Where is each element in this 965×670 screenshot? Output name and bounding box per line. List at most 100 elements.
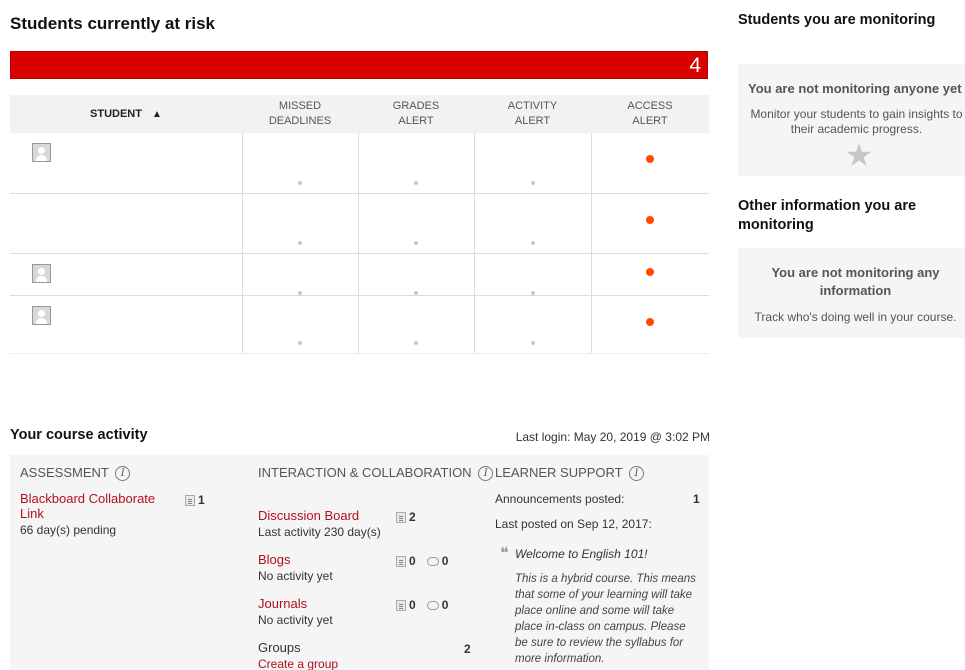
- avatar: [32, 305, 51, 325]
- assessment-item: Blackboard Collaborate Link 66 day(s) pe…: [20, 491, 170, 537]
- info-icon[interactable]: i: [115, 466, 131, 481]
- monitoring-empty-text: Monitor your students to gain insights t…: [750, 107, 963, 136]
- missed-cell: [242, 253, 359, 296]
- learner-support-header: LEARNER SUPPORT i: [495, 465, 645, 481]
- empty-indicator: [298, 290, 302, 295]
- document-icon: [396, 511, 406, 523]
- journals-item: Journals No activity yet: [258, 596, 333, 627]
- last-posted-date: Last posted on Sep 12, 2017:: [495, 517, 652, 531]
- quote-icon: ❝: [500, 543, 509, 562]
- announcements-posted-count: 1: [693, 492, 700, 506]
- student-cell: [10, 193, 243, 254]
- access-cell: [591, 133, 709, 194]
- empty-indicator: [414, 240, 418, 245]
- groups-count: 2: [464, 642, 471, 656]
- comment-icon: [426, 600, 439, 610]
- empty-indicator: [414, 290, 418, 295]
- column-access-alert[interactable]: ACCESS ALERT: [591, 95, 709, 133]
- announcement-quote: ❝ Welcome to English 101! This is a hybr…: [495, 543, 700, 667]
- access-alert-indicator: [646, 155, 655, 163]
- create-group-link[interactable]: Create a group: [258, 657, 338, 670]
- document-icon: [185, 494, 195, 506]
- info-empty-box: You are not monitoring any information T…: [738, 248, 965, 338]
- announcement-body: This is a hybrid course. This means that…: [515, 573, 696, 665]
- blogs-item: Blogs No activity yet: [258, 552, 333, 583]
- sort-ascending-icon: ▲: [152, 108, 162, 120]
- risk-table: STUDENT ▲ MISSED DEADLINES GRADES ALERT AC…: [10, 95, 709, 354]
- monitoring-empty-box: You are not monitoring anyone yet Monito…: [738, 64, 965, 176]
- course-activity-panel: ASSESSMENT i Blackboard Collaborate Link…: [10, 455, 709, 670]
- access-alert-indicator: [646, 215, 655, 224]
- access-cell: [591, 253, 709, 296]
- info-icon[interactable]: i: [629, 466, 645, 481]
- grades-cell: [358, 253, 475, 296]
- discussion-board-link[interactable]: Discussion Board: [258, 508, 381, 523]
- announcement-title: Welcome to English 101!: [515, 547, 648, 561]
- assessment-count: 1: [185, 493, 205, 507]
- blackboard-collaborate-link[interactable]: Blackboard Collaborate Link: [20, 491, 170, 521]
- journals-count: 0 0: [396, 598, 448, 612]
- info-monitoring-title: Other information you are monitoring: [738, 198, 917, 233]
- discussion-count: 2: [396, 510, 416, 524]
- student-cell: [10, 133, 243, 194]
- column-activity-alert[interactable]: ACTIVITY ALERT: [474, 95, 591, 133]
- access-alert-indicator: [646, 267, 655, 276]
- assessment-header: ASSESSMENT i: [20, 465, 131, 481]
- learner-support-column: LEARNER SUPPORT i Announcements posted: …: [486, 455, 709, 670]
- access-cell: [591, 193, 709, 254]
- journals-link[interactable]: Journals: [258, 596, 333, 611]
- info-empty-title: You are not monitoring any information: [771, 265, 940, 298]
- discussion-board-item: Discussion Board Last activity 230 day(s…: [258, 508, 381, 539]
- interaction-header: INTERACTION & COLLABORATION i: [258, 465, 494, 481]
- column-grades-alert[interactable]: GRADES ALERT: [358, 95, 474, 133]
- avatar: [32, 263, 51, 283]
- missed-cell: [242, 133, 359, 194]
- column-missed-deadlines[interactable]: MISSED DEADLINES: [242, 95, 358, 133]
- risk-count: 4: [689, 54, 701, 77]
- document-icon: [396, 555, 406, 567]
- missed-cell: [242, 295, 359, 354]
- activity-cell: [474, 193, 592, 254]
- empty-indicator: [298, 180, 302, 185]
- star-icon[interactable]: [846, 143, 872, 166]
- risk-title: Students currently at risk: [10, 14, 216, 33]
- table-row[interactable]: [10, 295, 709, 354]
- table-row[interactable]: [10, 253, 709, 296]
- empty-indicator: [414, 340, 418, 345]
- last-login: Last login: May 20, 2019 @ 3:02 PM: [515, 430, 710, 444]
- blogs-link[interactable]: Blogs: [258, 552, 333, 567]
- grades-cell: [358, 193, 475, 254]
- risk-count-bar[interactable]: 4: [10, 51, 708, 79]
- missed-cell: [242, 193, 359, 254]
- announcements-posted-label: Announcements posted:: [495, 492, 625, 506]
- monitoring-empty-title: You are not monitoring anyone yet: [748, 81, 962, 96]
- blogs-count: 0 0: [396, 554, 448, 568]
- info-empty-text: Track who's doing well in your course.: [754, 310, 957, 324]
- empty-indicator: [298, 240, 302, 245]
- activity-cell: [474, 133, 592, 194]
- grades-cell: [358, 295, 475, 354]
- empty-indicator: [298, 340, 302, 345]
- risk-table-header: STUDENT ▲ MISSED DEADLINES GRADES ALERT AC…: [10, 95, 709, 133]
- table-row[interactable]: [10, 193, 709, 254]
- table-row[interactable]: [10, 133, 709, 194]
- document-icon: [396, 599, 406, 611]
- pending-text: 66 day(s) pending: [20, 523, 117, 537]
- comment-icon: [426, 556, 439, 566]
- assessment-column: ASSESSMENT i Blackboard Collaborate Link…: [10, 455, 248, 670]
- student-cell: [10, 295, 243, 354]
- empty-indicator: [530, 340, 535, 345]
- avatar: [32, 143, 51, 162]
- groups-item: Groups Create a group: [258, 640, 338, 670]
- interaction-column: INTERACTION & COLLABORATION i Discussion…: [248, 455, 494, 670]
- grades-cell: [358, 133, 475, 194]
- access-alert-indicator: [646, 317, 655, 326]
- empty-indicator: [530, 180, 535, 185]
- groups-label: Groups: [258, 640, 301, 655]
- empty-indicator: [530, 240, 535, 245]
- monitoring-title: Students you are monitoring: [738, 12, 936, 28]
- column-student[interactable]: STUDENT ▲: [10, 95, 242, 133]
- access-cell: [591, 295, 709, 354]
- empty-indicator: [530, 290, 535, 295]
- course-activity-title: Your course activity: [10, 427, 148, 443]
